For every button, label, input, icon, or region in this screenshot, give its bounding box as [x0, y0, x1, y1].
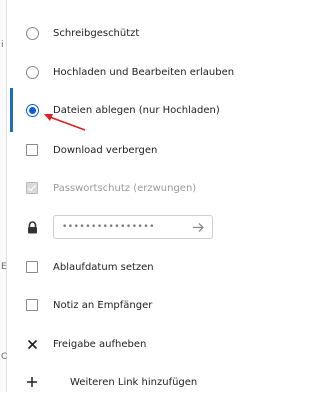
option-upload-edit[interactable]: Hochladen und Bearbeiten erlauben — [24, 58, 242, 86]
password-row: •••••••••••••••• — [24, 213, 242, 241]
close-icon — [24, 336, 40, 352]
background-text-fragment: C — [1, 352, 8, 362]
note-to-recipient-checkbox[interactable] — [26, 299, 38, 311]
arrow-right-icon[interactable] — [190, 219, 206, 235]
option-set-expiration[interactable]: Ablaufdatum setzen — [24, 253, 242, 281]
upload-edit-radio[interactable] — [25, 65, 39, 79]
unshare-label: Freigabe aufheben — [53, 338, 147, 350]
share-link-options-menu: Schreibgeschützt Hochladen und Bearbeite… — [14, 0, 248, 392]
option-password-enforced: Passwortschutz (erzwungen) — [24, 174, 242, 202]
background-text-fragment: E — [1, 262, 7, 272]
password-enforced-label: Passwortschutz (erzwungen) — [53, 182, 197, 194]
set-expiration-label: Ablaufdatum setzen — [53, 261, 154, 273]
option-note-to-recipient[interactable]: Notiz an Empfänger — [24, 291, 242, 319]
background-text-fragment: i — [1, 40, 4, 50]
option-hide-download[interactable]: Download verbergen — [24, 136, 242, 164]
background-app-edge: i E C — [0, 0, 7, 392]
option-file-drop[interactable]: Dateien ablegen (nur Hochladen) — [24, 96, 242, 124]
note-to-recipient-label: Notiz an Empfänger — [53, 299, 153, 311]
radio-selected-dot — [28, 106, 36, 114]
unshare-button[interactable]: Freigabe aufheben — [24, 330, 242, 358]
lock-icon — [24, 219, 40, 235]
file-drop-radio[interactable] — [25, 103, 39, 117]
plus-icon — [24, 374, 40, 390]
password-enforced-checkbox — [26, 182, 38, 194]
option-read-only[interactable]: Schreibgeschützt — [24, 19, 242, 47]
hide-download-checkbox[interactable] — [26, 144, 38, 156]
set-expiration-checkbox[interactable] — [26, 261, 38, 273]
add-link-label: Weiteren Link hinzufügen — [70, 376, 198, 388]
selection-accent-bar — [10, 88, 13, 132]
file-drop-label: Dateien ablegen (nur Hochladen) — [53, 104, 220, 116]
hide-download-label: Download verbergen — [53, 144, 158, 156]
password-field[interactable]: •••••••••••••••• — [53, 215, 213, 239]
upload-edit-label: Hochladen und Bearbeiten erlauben — [53, 66, 235, 78]
read-only-label: Schreibgeschützt — [53, 27, 140, 39]
read-only-radio[interactable] — [25, 26, 39, 40]
password-value: •••••••••••••••• — [62, 222, 155, 232]
